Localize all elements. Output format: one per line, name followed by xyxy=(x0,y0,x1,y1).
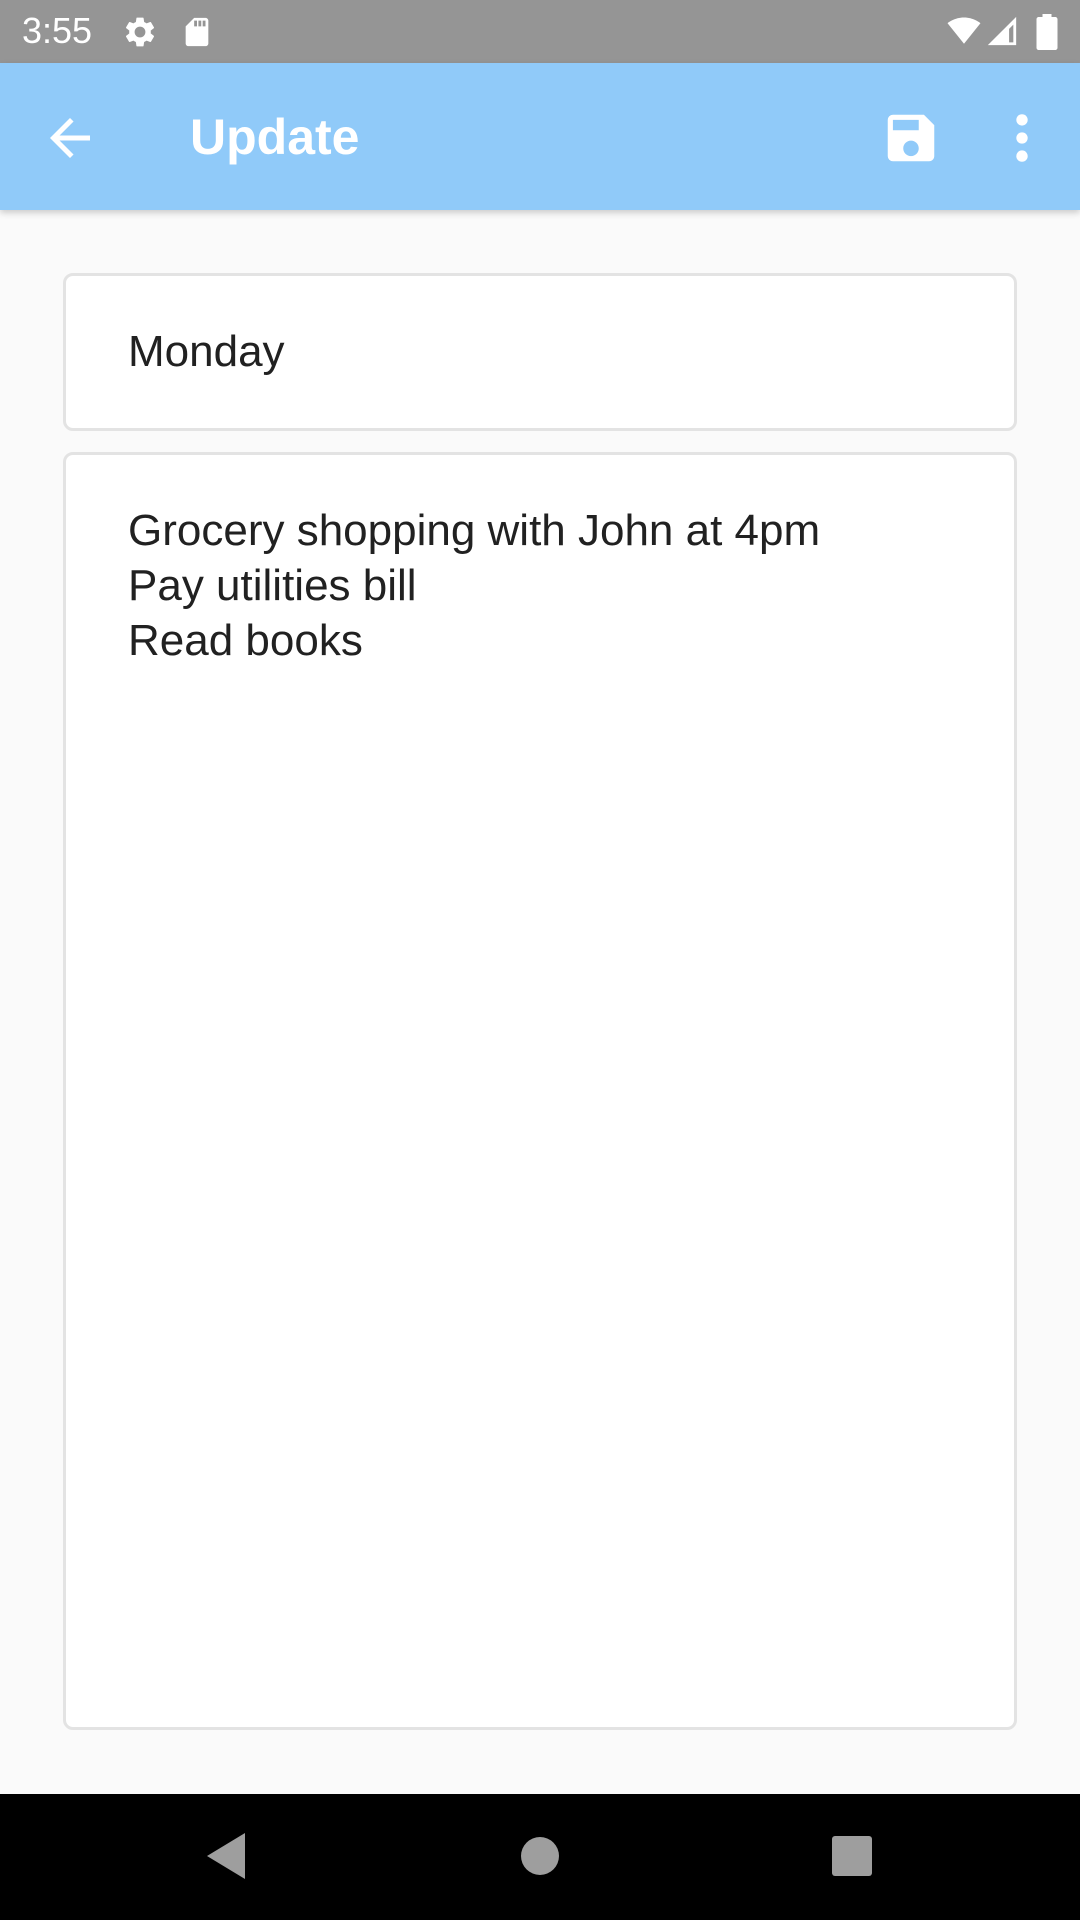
cell-signal-icon xyxy=(985,14,1019,53)
nav-back-button[interactable] xyxy=(203,1831,249,1886)
save-icon xyxy=(887,114,935,162)
settings-icon xyxy=(122,14,158,55)
content-line: Pay utilities bill xyxy=(128,561,417,610)
status-time: 3:55 xyxy=(22,10,93,51)
status-bar: 3:55 xyxy=(0,0,1080,63)
more-options-button[interactable] xyxy=(1000,107,1044,169)
note-content-input[interactable]: Grocery shopping with John at 4pm Pay ut… xyxy=(128,503,974,668)
content-line: Read books xyxy=(128,616,363,665)
more-vert-icon xyxy=(1016,114,1028,162)
note-title-input[interactable]: Monday xyxy=(128,324,285,380)
arrow-back-icon xyxy=(50,118,90,158)
nav-recents-button[interactable] xyxy=(830,1831,874,1886)
sd-card-icon xyxy=(180,14,214,55)
wifi-icon xyxy=(945,14,983,53)
content-line: Grocery shopping with John at 4pm xyxy=(128,506,821,555)
back-button[interactable] xyxy=(40,108,100,168)
page-title: Update xyxy=(190,109,360,165)
recents-square-icon xyxy=(832,1836,872,1876)
battery-icon xyxy=(1036,14,1058,55)
content-card: Grocery shopping with John at 4pm Pay ut… xyxy=(63,452,1017,1730)
nav-home-button[interactable] xyxy=(520,1831,560,1886)
system-nav-bar xyxy=(0,1794,1080,1920)
home-circle-icon xyxy=(521,1837,559,1875)
back-triangle-icon xyxy=(207,1833,245,1879)
app-bar: Update xyxy=(0,63,1080,210)
save-button[interactable] xyxy=(880,107,942,169)
title-card: Monday xyxy=(63,273,1017,431)
